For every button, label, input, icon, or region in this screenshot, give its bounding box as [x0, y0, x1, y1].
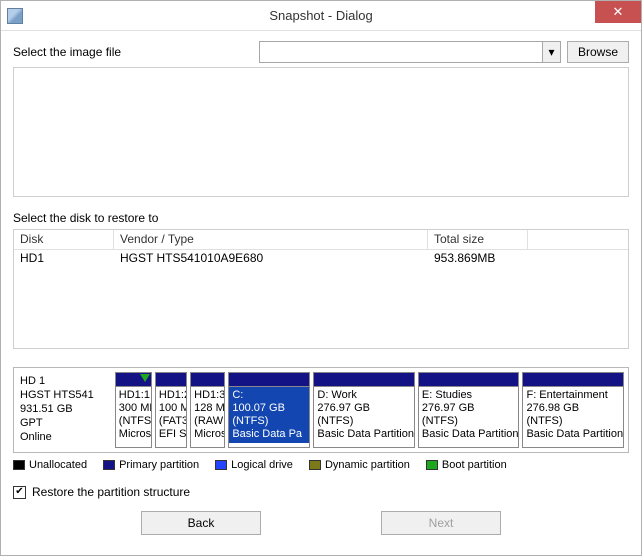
disk-summary: HD 1 HGST HTS541 931.51 GB GPT Online: [18, 372, 112, 448]
partition-body: E: Studies276.97 GB(NTFS)Basic Data Part…: [419, 387, 519, 443]
part-line2: 300 ME: [119, 402, 148, 415]
part-line4: Basic Data Partition: [317, 428, 411, 441]
swatch-boot: [426, 460, 438, 470]
legend-dynamic: Dynamic partition: [325, 459, 410, 471]
table-row[interactable]: HD1 HGST HTS541010A9E680 953.869MB: [14, 250, 628, 268]
cell-size: 953.869MB: [428, 250, 528, 268]
part-line4: Basic Data Partition: [526, 428, 620, 441]
cell-vendor: HGST HTS541010A9E680: [114, 250, 428, 268]
next-button[interactable]: Next: [381, 511, 501, 535]
select-image-label: Select the image file: [13, 45, 253, 59]
part-line4: Micros: [194, 428, 221, 441]
part-line1: HD1:3: [194, 389, 221, 402]
image-file-combobox[interactable]: ▾: [259, 41, 561, 63]
part-line3: (NTFS): [232, 415, 306, 428]
disk-table[interactable]: Disk Vendor / Type Total size HD1 HGST H…: [13, 229, 629, 349]
partition-bar: [419, 373, 519, 387]
partition-2[interactable]: HD1:3128 M(RAWMicros: [190, 372, 225, 448]
partition-panel: HD 1 HGST HTS541 931.51 GB GPT Online HD…: [13, 367, 629, 453]
browse-button[interactable]: Browse: [567, 41, 629, 63]
restore-structure-label: Restore the partition structure: [32, 485, 190, 499]
part-line3: (NTFS): [317, 415, 411, 428]
close-button[interactable]: ✕: [595, 1, 641, 23]
legend-primary: Primary partition: [119, 459, 199, 471]
part-line1: HD1:2: [159, 389, 183, 402]
part-line3: (RAW: [194, 415, 221, 428]
partition-body: D: Work276.97 GB(NTFS)Basic Data Partiti…: [314, 387, 414, 443]
part-line4: EFI Sy: [159, 428, 183, 441]
part-line2: 100.07 GB: [232, 402, 306, 415]
part-line1: F: Entertainment: [526, 389, 620, 402]
swatch-primary: [103, 460, 115, 470]
titlebar: Snapshot - Dialog ✕: [1, 1, 641, 31]
swatch-logical: [215, 460, 227, 470]
back-button[interactable]: Back: [141, 511, 261, 535]
partition-3[interactable]: C:100.07 GB(NTFS)Basic Data Pa: [228, 372, 310, 448]
part-line2: 128 M: [194, 402, 221, 415]
part-line4: Basic Data Partition: [422, 428, 516, 441]
part-line4: Microso: [119, 428, 148, 441]
partition-6[interactable]: F: Entertainment276.98 GB(NTFS)Basic Dat…: [522, 372, 624, 448]
partition-bar: [191, 373, 224, 387]
legend-boot: Boot partition: [442, 459, 507, 471]
legend: Unallocated Primary partition Logical dr…: [13, 459, 629, 471]
partition-body: HD1:2100 M(FAT3EFI Sy: [156, 387, 186, 443]
partition-bar: [229, 373, 309, 387]
part-line3: (NTFS): [422, 415, 516, 428]
part-line1: C:: [232, 389, 306, 402]
col-disk[interactable]: Disk: [14, 230, 114, 249]
col-extra[interactable]: [528, 230, 628, 249]
part-line2: 276.97 GB: [317, 402, 411, 415]
part-line2: 276.98 GB: [526, 402, 620, 415]
partition-bar: [523, 373, 623, 387]
image-preview-panel: [13, 67, 629, 197]
part-line1: HD1:1 I: [119, 389, 148, 402]
select-disk-label: Select the disk to restore to: [13, 211, 629, 225]
part-line1: D: Work: [317, 389, 411, 402]
restore-structure-checkbox[interactable]: ✔: [13, 486, 26, 499]
partition-body: F: Entertainment276.98 GB(NTFS)Basic Dat…: [523, 387, 623, 443]
part-line2: 276.97 GB: [422, 402, 516, 415]
cell-disk: HD1: [14, 250, 114, 268]
part-line2: 100 M: [159, 402, 183, 415]
part-line3: (NTFS): [119, 415, 148, 428]
col-vendor[interactable]: Vendor / Type: [114, 230, 428, 249]
partition-4[interactable]: D: Work276.97 GB(NTFS)Basic Data Partiti…: [313, 372, 415, 448]
disk-table-header: Disk Vendor / Type Total size: [14, 230, 628, 250]
partition-5[interactable]: E: Studies276.97 GB(NTFS)Basic Data Part…: [418, 372, 520, 448]
partition-0[interactable]: HD1:1 I300 ME(NTFS)Microso: [115, 372, 152, 448]
part-line1: E: Studies: [422, 389, 516, 402]
partition-bar: [116, 373, 151, 387]
partition-body: HD1:1 I300 ME(NTFS)Microso: [116, 387, 151, 443]
chevron-down-icon: ▾: [542, 42, 560, 62]
partition-1[interactable]: HD1:2100 M(FAT3EFI Sy: [155, 372, 187, 448]
legend-logical: Logical drive: [231, 459, 293, 471]
legend-unallocated: Unallocated: [29, 459, 87, 471]
partition-body: HD1:3128 M(RAWMicros: [191, 387, 224, 443]
swatch-unallocated: [13, 460, 25, 470]
partition-body: C:100.07 GB(NTFS)Basic Data Pa: [229, 387, 309, 443]
window-title: Snapshot - Dialog: [1, 8, 641, 23]
part-line4: Basic Data Pa: [232, 428, 306, 441]
app-icon: [7, 8, 23, 24]
col-size[interactable]: Total size: [428, 230, 528, 249]
partition-bar: [156, 373, 186, 387]
part-line3: (FAT3: [159, 415, 183, 428]
swatch-dynamic: [309, 460, 321, 470]
part-line3: (NTFS): [526, 415, 620, 428]
close-icon: ✕: [613, 4, 624, 20]
partition-bar: [314, 373, 414, 387]
